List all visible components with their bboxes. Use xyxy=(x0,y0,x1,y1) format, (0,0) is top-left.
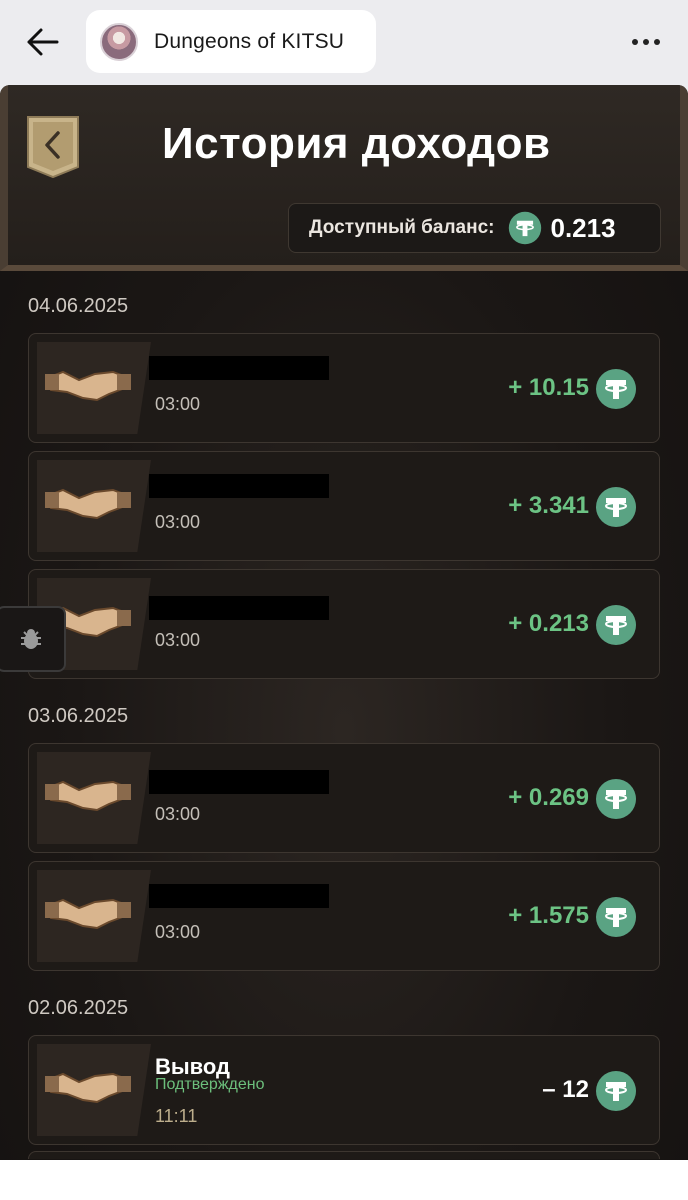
item-status: Подтверждено xyxy=(155,1076,265,1093)
back-button[interactable] xyxy=(26,115,80,179)
tether-icon xyxy=(509,211,542,245)
handshake-icon xyxy=(37,342,151,434)
balance-label: Доступный баланс: xyxy=(309,217,495,238)
handshake-icon xyxy=(37,1044,151,1136)
tether-icon xyxy=(596,1071,636,1111)
app-avatar xyxy=(100,22,138,61)
list-item[interactable]: 03:00 + 10.15 xyxy=(28,333,660,443)
list-item[interactable] xyxy=(28,1151,660,1159)
debug-button[interactable] xyxy=(0,606,66,672)
redacted-name xyxy=(149,474,329,498)
back-arrow-icon[interactable] xyxy=(20,20,64,64)
item-time: 03:00 xyxy=(155,512,201,532)
tether-icon xyxy=(596,369,636,409)
browser-topbar: Dungeons of KITSU xyxy=(0,0,688,84)
redacted-name xyxy=(149,770,329,794)
item-amount: + 1.575 xyxy=(508,902,589,929)
income-header: История доходов Доступный баланс: 0.213 xyxy=(0,85,688,271)
item-amount: + 0.269 xyxy=(508,784,589,811)
bug-icon xyxy=(21,629,41,649)
list-item[interactable]: 03:00 + 0.213 xyxy=(28,569,660,679)
item-time: 03:00 xyxy=(155,394,201,414)
redacted-name xyxy=(149,356,329,380)
redacted-name xyxy=(149,596,329,620)
tether-icon xyxy=(596,897,636,937)
item-amount: + 0.213 xyxy=(508,610,589,637)
balance-box: Доступный баланс: 0.213 xyxy=(288,203,661,253)
tether-icon xyxy=(596,487,636,527)
tether-icon xyxy=(596,779,636,819)
item-time: 03:00 xyxy=(155,922,201,942)
list-item[interactable]: 03:00 + 1.575 xyxy=(28,861,660,971)
date-label: 03.06.2025 xyxy=(28,705,129,727)
item-time: 03:00 xyxy=(155,804,201,824)
app-title: Dungeons of KITSU xyxy=(154,29,345,53)
more-icon[interactable] xyxy=(624,22,668,62)
game-screen: История доходов Доступный баланс: 0.213 … xyxy=(0,85,688,1160)
handshake-icon xyxy=(37,752,151,844)
bottom-strip xyxy=(0,1160,688,1200)
redacted-name xyxy=(149,884,329,908)
list-item[interactable]: 03:00 + 0.269 xyxy=(28,743,660,853)
date-label: 04.06.2025 xyxy=(28,295,129,317)
handshake-icon xyxy=(37,460,151,552)
item-amount: + 10.15 xyxy=(508,374,589,401)
app-pill[interactable]: Dungeons of KITSU xyxy=(86,10,376,73)
handshake-icon xyxy=(37,870,151,962)
page-title: История доходов xyxy=(162,119,551,168)
item-amount: – 12 xyxy=(542,1076,589,1103)
item-time: 11:11 xyxy=(155,1106,198,1126)
item-amount: + 3.341 xyxy=(508,492,589,519)
date-label: 02.06.2025 xyxy=(28,997,129,1019)
balance-value: 0.213 xyxy=(550,212,616,243)
tether-icon xyxy=(596,605,636,645)
list-item[interactable]: 03:00 + 3.341 xyxy=(28,451,660,561)
item-time: 03:00 xyxy=(155,630,201,650)
list-item[interactable]: Вывод Подтверждено 11:11 – 12 xyxy=(28,1035,660,1145)
